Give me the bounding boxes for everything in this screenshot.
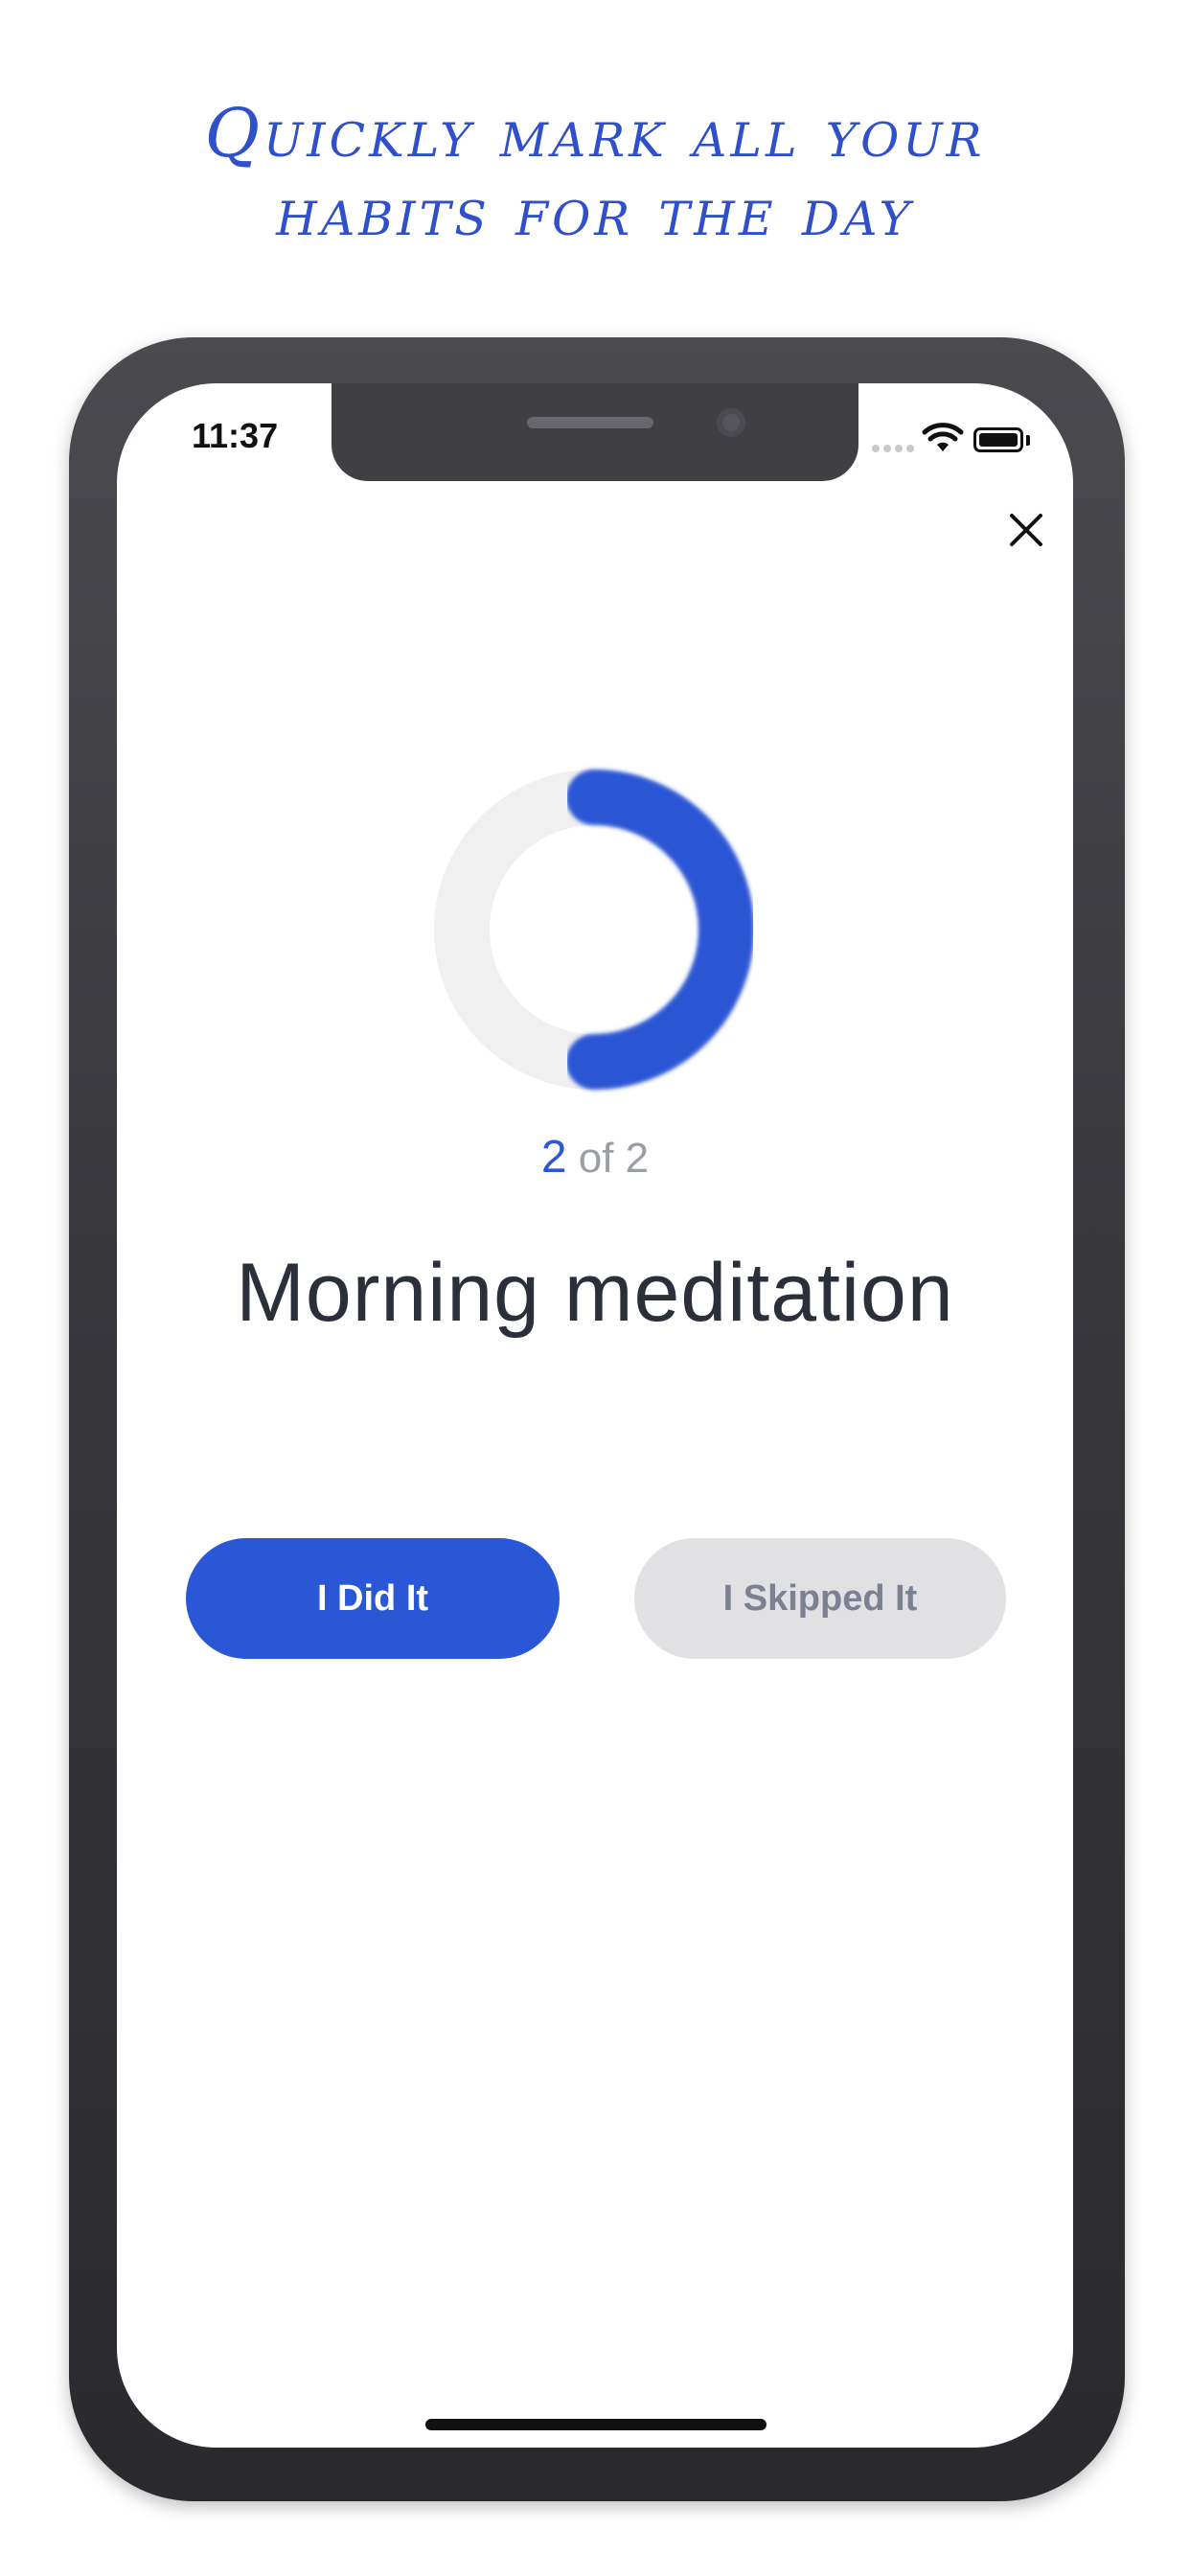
progress-current: 2 [540,1132,567,1183]
headline-line-1: Quickly mark all your [204,94,986,172]
progress-ring-arc [566,770,754,1090]
battery-cap [1026,435,1030,446]
progress-counter: 2 of 2 [0,1131,1190,1184]
speaker-grille [527,417,653,428]
skipped-it-button[interactable]: I Skipped It [634,1538,1006,1659]
progress-total: of 2 [578,1135,650,1182]
phone-screen [117,383,1073,2448]
signal-dots-icon [872,445,914,452]
did-it-button[interactable]: I Did It [186,1538,560,1659]
marketing-headline: Quickly mark all your habits for the day [0,94,1190,251]
close-icon[interactable] [1002,506,1050,554]
habit-title: Morning meditation [236,1247,954,1339]
battery-icon [973,427,1023,452]
status-bar-time: 11:37 [192,416,279,455]
phone-notch [332,383,858,481]
home-indicator[interactable] [425,2419,767,2430]
wifi-icon [922,423,964,451]
headline-line-2: habits for the day [276,172,914,251]
front-camera [717,408,745,437]
progress-ring [434,770,754,1090]
